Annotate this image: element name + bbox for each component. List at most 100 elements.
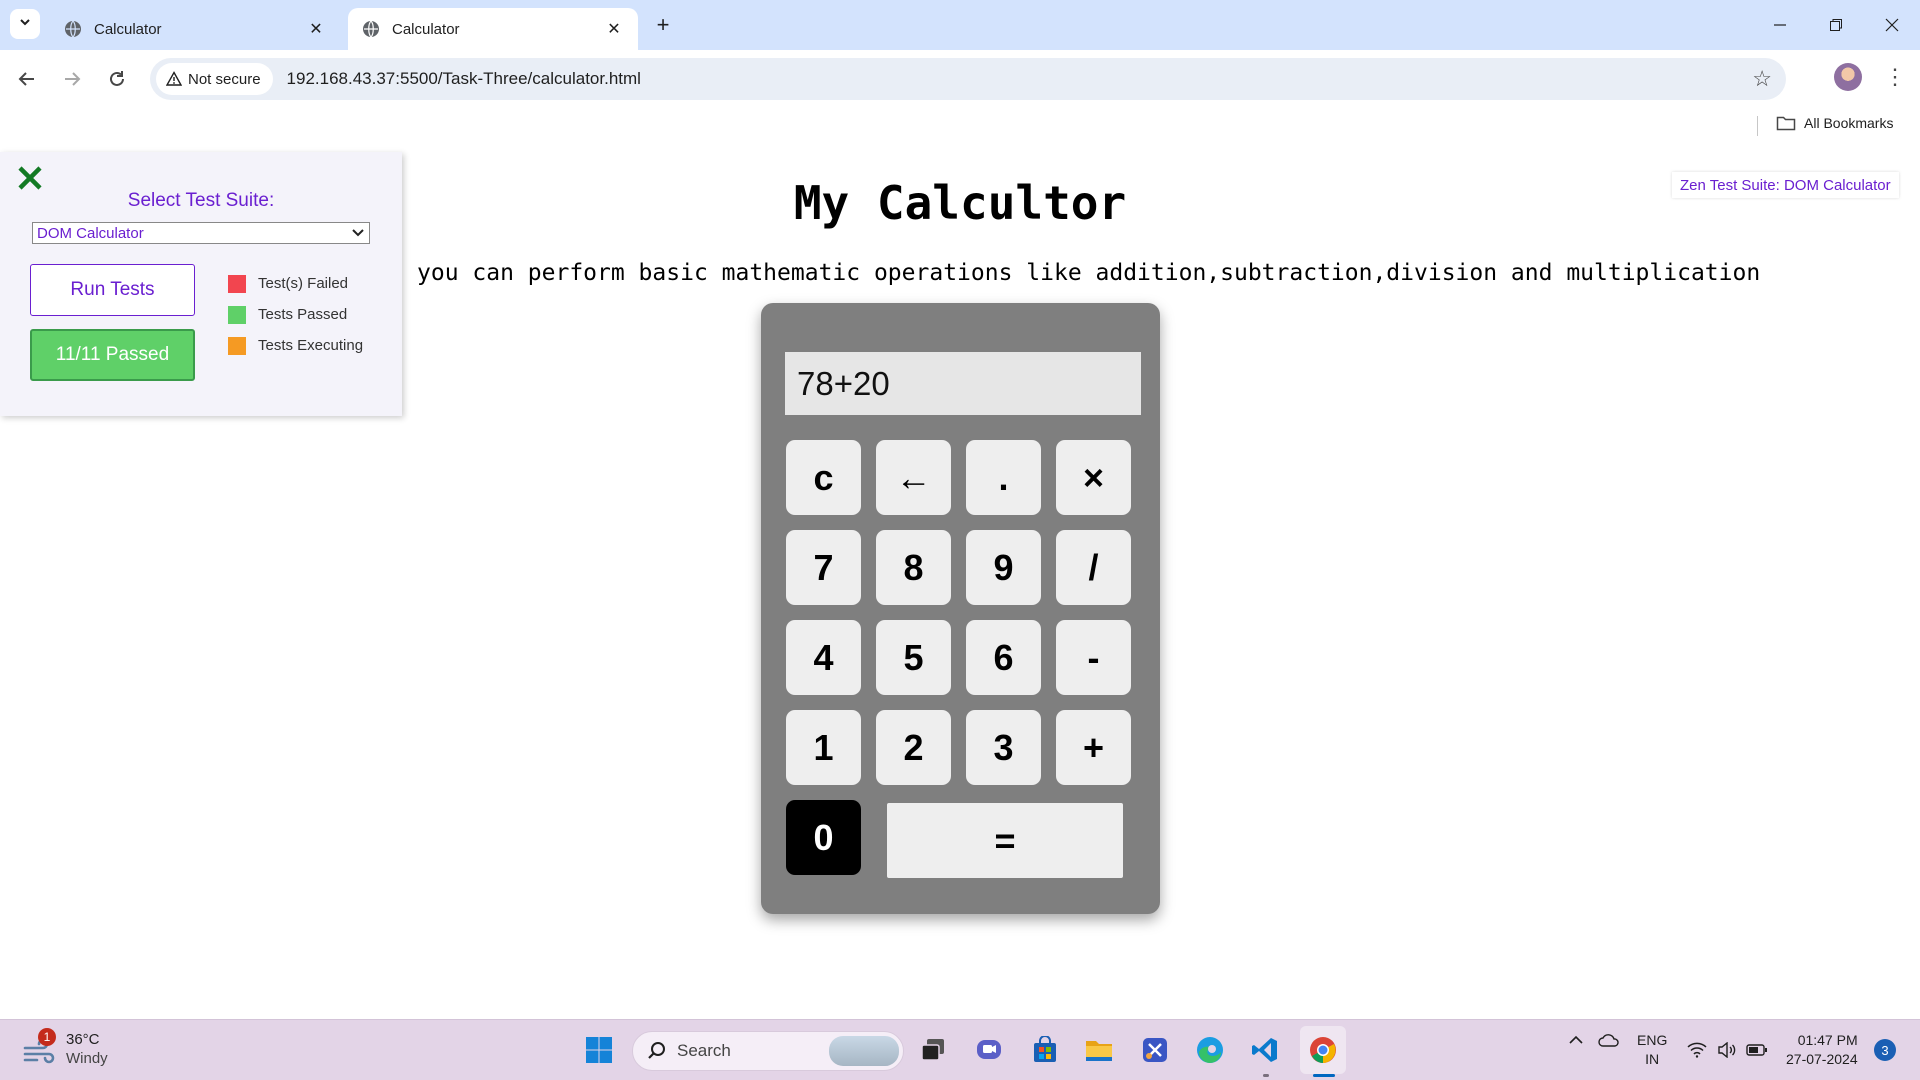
forward-arrow-icon[interactable] <box>55 62 89 96</box>
address-bar[interactable]: Not secure 192.168.43.37:5500/Task-Three… <box>150 58 1786 100</box>
tab-calculator-2[interactable]: Calculator ✕ <box>348 8 638 50</box>
zen-test-suite-badge[interactable]: Zen Test Suite: DOM Calculator <box>1672 172 1899 198</box>
tab-calculator-1[interactable]: Calculator ✕ <box>50 8 340 50</box>
notification-badge[interactable]: 3 <box>1874 1039 1896 1061</box>
task-view-icon[interactable] <box>915 1032 951 1068</box>
search-highlight-image <box>829 1036 899 1066</box>
legend-item-failed: Test(s) Failed <box>228 268 363 299</box>
bookmark-star-icon[interactable]: ☆ <box>1752 66 1772 92</box>
url-text[interactable]: 192.168.43.37:5500/Task-Three/calculator… <box>287 69 641 89</box>
calculator-display[interactable]: 78+20 <box>785 352 1141 415</box>
restore-icon[interactable] <box>1808 0 1864 50</box>
weather-alert-badge: 1 <box>38 1028 56 1046</box>
more-menu-icon[interactable]: ⋮ <box>1880 62 1910 92</box>
calculator: 78+20 c ← . × 7 8 9 / 4 5 6 - 1 2 3 + 0 … <box>761 303 1160 914</box>
wind-icon: 1 <box>22 1028 56 1068</box>
executing-swatch <box>228 336 246 355</box>
chevron-down-icon <box>351 224 365 240</box>
close-tab-icon[interactable]: ✕ <box>306 19 326 39</box>
legend-item-executing: Tests Executing <box>228 330 363 361</box>
search-placeholder: Search <box>677 1041 731 1060</box>
weather-desc: Windy <box>66 1050 108 1067</box>
key-0[interactable]: 0 <box>786 800 861 875</box>
taskbar-search[interactable]: Search <box>632 1031 904 1071</box>
globe-icon <box>362 20 380 38</box>
plus-key[interactable]: + <box>1056 710 1131 785</box>
key-8[interactable]: 8 <box>876 530 951 605</box>
bookmarks-divider <box>1757 116 1758 136</box>
chevron-up-icon[interactable] <box>1568 1032 1584 1048</box>
globe-icon <box>64 20 82 38</box>
key-4[interactable]: 4 <box>786 620 861 695</box>
onedrive-cloud-icon[interactable] <box>1598 1032 1620 1048</box>
key-6[interactable]: 6 <box>966 620 1041 695</box>
legend-label: Test(s) Failed <box>258 275 349 292</box>
close-tab-icon[interactable]: ✕ <box>604 19 624 39</box>
clock-date: 27-07-2024 <box>1786 1051 1858 1067</box>
warning-triangle-icon <box>166 71 182 87</box>
chrome-icon[interactable] <box>1305 1032 1341 1068</box>
page-title-text: My Calcultor <box>793 176 1127 230</box>
edge-browser-icon[interactable] <box>1192 1032 1228 1068</box>
test-result-button[interactable]: 11/11 Passed <box>30 329 195 381</box>
file-explorer-icon[interactable] <box>1081 1032 1117 1068</box>
key-2[interactable]: 2 <box>876 710 951 785</box>
page-viewport: My Calcultor you can perform basic mathe… <box>0 142 1920 1019</box>
decimal-key[interactable]: . <box>966 440 1041 515</box>
security-chip[interactable]: Not secure <box>156 63 273 95</box>
clock-time: 01:47 PM <box>1797 1032 1858 1048</box>
minimize-icon[interactable] <box>1752 0 1808 50</box>
folder-icon <box>1776 115 1796 131</box>
profile-avatar[interactable] <box>1834 63 1862 91</box>
key-5[interactable]: 5 <box>876 620 951 695</box>
test-suite-select[interactable]: DOM Calculator <box>32 222 370 244</box>
reload-icon[interactable] <box>100 62 134 96</box>
run-tests-button[interactable]: Run Tests <box>30 264 195 316</box>
chevron-down-icon <box>18 15 32 34</box>
language-region: IN <box>1645 1051 1660 1067</box>
legend-item-passed: Tests Passed <box>228 299 363 330</box>
legend-label: Tests Passed <box>258 306 348 323</box>
snipping-tool-icon[interactable] <box>1137 1032 1173 1068</box>
taskbar: 1 36°C Windy Search ENG IN 01:47 PM 27-0… <box>0 1019 1920 1080</box>
new-tab-icon[interactable]: + <box>650 12 676 38</box>
wifi-icon[interactable] <box>1681 1034 1713 1066</box>
microsoft-store-icon[interactable] <box>1027 1032 1063 1068</box>
all-bookmarks-label: All Bookmarks <box>1804 115 1894 131</box>
equals-key[interactable]: = <box>887 803 1123 878</box>
vscode-icon[interactable] <box>1247 1032 1283 1068</box>
key-9[interactable]: 9 <box>966 530 1041 605</box>
all-bookmarks-button[interactable]: All Bookmarks <box>1776 115 1893 131</box>
browser-toolbar: Not secure 192.168.43.37:5500/Task-Three… <box>0 50 1920 108</box>
divide-key[interactable]: / <box>1056 530 1131 605</box>
passed-swatch <box>228 305 246 324</box>
clock[interactable]: 01:47 PM 27-07-2024 <box>1786 1031 1858 1069</box>
page-subtitle: you can perform basic mathematic operati… <box>417 260 1761 286</box>
key-1[interactable]: 1 <box>786 710 861 785</box>
close-window-icon[interactable] <box>1864 0 1920 50</box>
teams-chat-icon[interactable] <box>971 1032 1007 1068</box>
battery-icon[interactable] <box>1741 1034 1773 1066</box>
test-suite-selected-value: DOM Calculator <box>37 224 144 242</box>
tab-bar: Calculator ✕ Calculator ✕ + <box>0 0 1920 50</box>
security-label: Not secure <box>188 70 261 88</box>
multiply-key[interactable]: × <box>1056 440 1131 515</box>
key-3[interactable]: 3 <box>966 710 1041 785</box>
key-7[interactable]: 7 <box>786 530 861 605</box>
active-app-indicator <box>1313 1074 1335 1077</box>
weather-widget[interactable]: 1 36°C Windy <box>22 1028 108 1068</box>
windows-start-icon[interactable] <box>581 1032 617 1068</box>
weather-temp: 36°C <box>66 1031 100 1048</box>
minus-key[interactable]: - <box>1056 620 1131 695</box>
clear-key[interactable]: c <box>786 440 861 515</box>
select-test-suite-label: Select Test Suite: <box>127 190 275 211</box>
tab-search-button[interactable] <box>10 9 40 39</box>
search-icon <box>647 1041 667 1061</box>
running-indicator <box>1263 1074 1269 1077</box>
volume-icon[interactable] <box>1711 1034 1743 1066</box>
close-icon[interactable] <box>16 164 44 192</box>
back-arrow-icon[interactable] <box>10 62 44 96</box>
backspace-key[interactable]: ← <box>876 440 951 515</box>
failed-swatch <box>228 274 246 293</box>
language-indicator[interactable]: ENG IN <box>1637 1031 1667 1069</box>
